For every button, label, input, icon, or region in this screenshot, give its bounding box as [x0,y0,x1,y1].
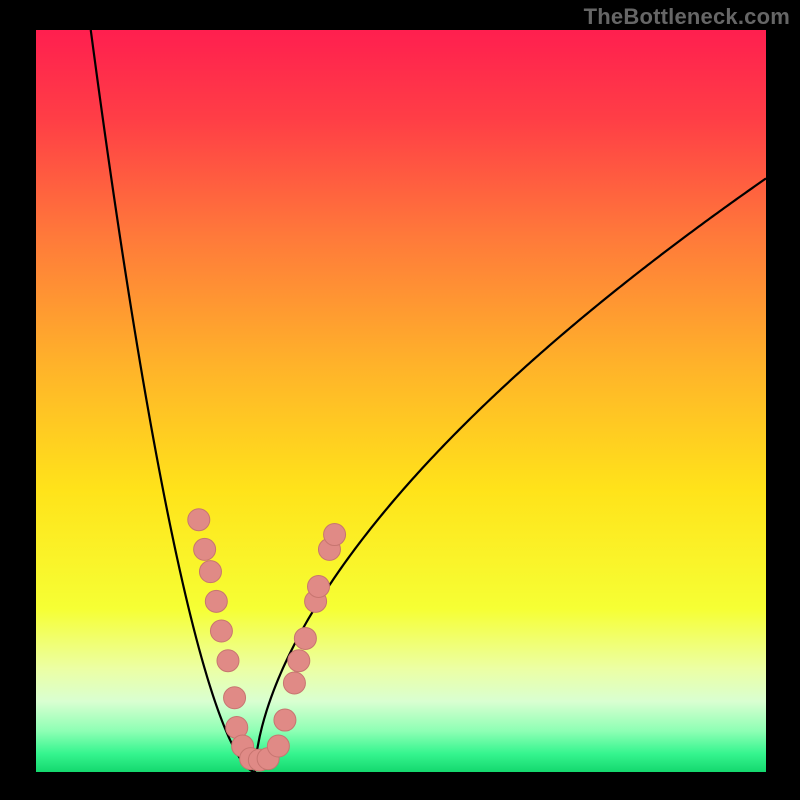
bottleneck-chart [0,0,800,800]
scatter-point [188,509,210,531]
scatter-point [288,650,310,672]
scatter-point [283,672,305,694]
scatter-point [199,561,221,583]
scatter-point [205,590,227,612]
scatter-point [224,687,246,709]
scatter-point [194,538,216,560]
watermark-text: TheBottleneck.com [584,4,790,30]
scatter-point [324,524,346,546]
plot-background [36,30,766,772]
scatter-point [210,620,232,642]
scatter-point [294,627,316,649]
scatter-point [217,650,239,672]
scatter-point [308,576,330,598]
scatter-point [267,735,289,757]
chart-container: TheBottleneck.com [0,0,800,800]
scatter-point [274,709,296,731]
